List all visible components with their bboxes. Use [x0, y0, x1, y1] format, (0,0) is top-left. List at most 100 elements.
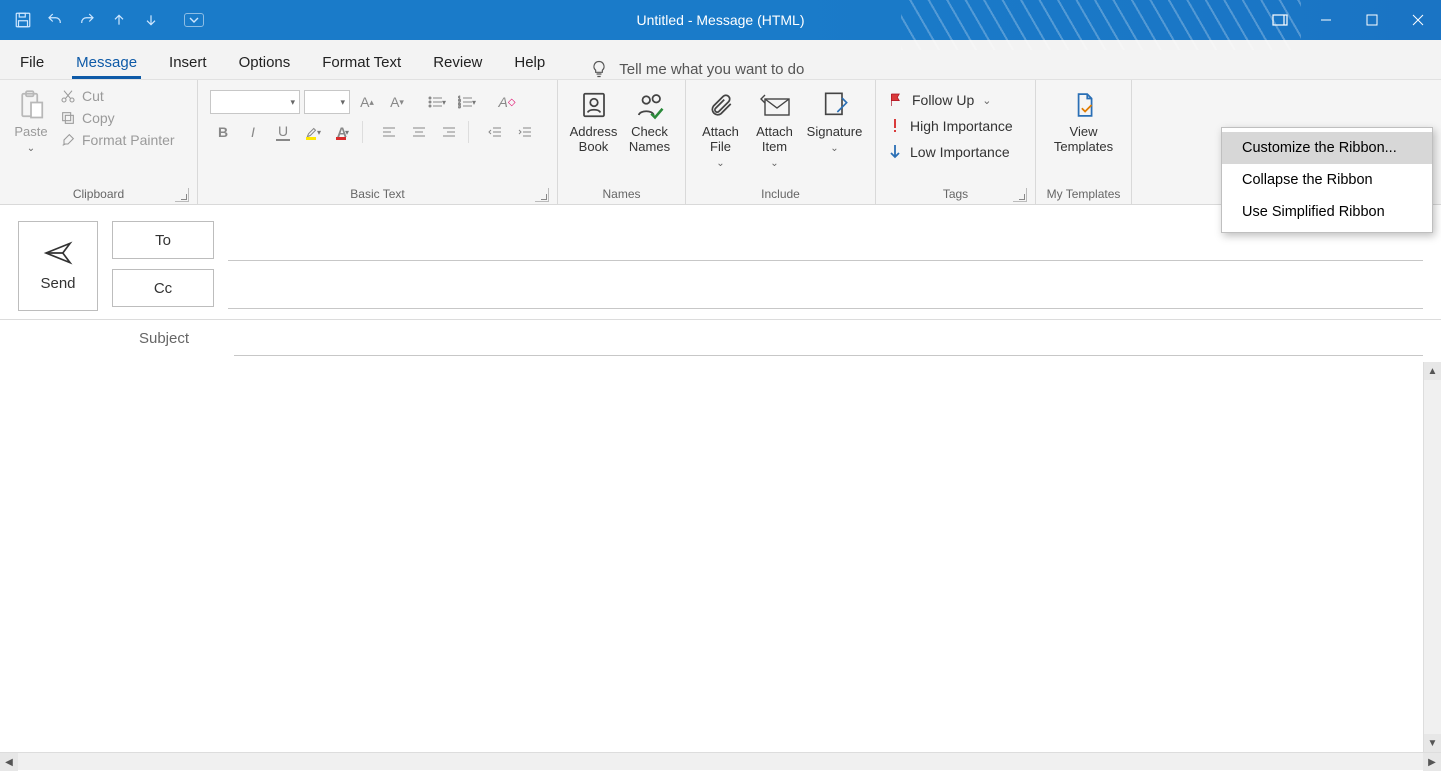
arrow-down-blue-icon	[888, 144, 902, 160]
decrease-indent-button[interactable]	[482, 120, 508, 144]
signature-button[interactable]: Signature⌄	[802, 84, 868, 160]
message-body[interactable]	[0, 360, 1441, 754]
horizontal-scrollbar[interactable]: ◀ ▶	[0, 752, 1441, 770]
font-name-combo[interactable]: ▾	[210, 90, 300, 114]
quick-access-toolbar	[0, 7, 204, 33]
window-title: Untitled - Message (HTML)	[0, 12, 1441, 28]
qat-customize-icon[interactable]	[184, 13, 204, 27]
title-bar: Untitled - Message (HTML)	[0, 0, 1441, 40]
tab-format-text[interactable]: Format Text	[306, 46, 417, 79]
send-label: Send	[40, 275, 75, 292]
include-group-label: Include	[761, 187, 800, 201]
follow-up-button[interactable]: Follow Up⌄	[882, 90, 1019, 110]
lightbulb-icon	[589, 59, 609, 79]
scissors-icon	[60, 88, 76, 104]
follow-up-label: Follow Up	[912, 92, 974, 108]
close-button[interactable]	[1395, 0, 1441, 40]
window-controls	[1257, 0, 1441, 40]
copy-button[interactable]: Copy	[60, 110, 175, 126]
check-names-button[interactable]: Check Names	[622, 84, 678, 158]
attach-item-button[interactable]: Attach Item⌄	[748, 84, 802, 175]
high-importance-label: High Importance	[910, 118, 1013, 134]
copy-icon	[60, 110, 76, 126]
bold-button[interactable]: B	[210, 120, 236, 144]
menu-customize-ribbon[interactable]: Customize the Ribbon...	[1222, 132, 1432, 164]
paste-icon	[16, 88, 46, 122]
to-button[interactable]: To	[112, 221, 214, 259]
attach-file-button[interactable]: Attach File⌄	[694, 84, 748, 175]
align-center-button[interactable]	[406, 120, 432, 144]
scroll-down-icon[interactable]: ▼	[1424, 734, 1441, 752]
italic-button[interactable]: I	[240, 120, 266, 144]
high-importance-button[interactable]: High Importance	[882, 116, 1019, 136]
format-painter-button[interactable]: Format Painter	[60, 132, 175, 148]
check-names-label: Check Names	[624, 124, 676, 154]
clipboard-group-label: Clipboard	[73, 187, 124, 201]
tab-help[interactable]: Help	[498, 46, 561, 79]
subject-input[interactable]	[234, 320, 1423, 356]
dialog-launcher-icon[interactable]	[175, 188, 189, 202]
scroll-up-icon[interactable]: ▲	[1424, 362, 1441, 380]
group-basic-text: ▾ ▾ A▴ A▾ ▾ 123▾ A◇ B I U ▾ A▾	[198, 80, 558, 204]
exclamation-icon	[888, 118, 902, 134]
numbering-button[interactable]: 123▾	[454, 90, 480, 114]
tab-options[interactable]: Options	[223, 46, 307, 79]
dialog-launcher-icon[interactable]	[1013, 188, 1027, 202]
view-templates-button[interactable]: View Templates	[1048, 84, 1120, 158]
basic-text-group-label: Basic Text	[350, 187, 404, 201]
minimize-button[interactable]	[1303, 0, 1349, 40]
tab-insert[interactable]: Insert	[153, 46, 223, 79]
paste-label: Paste	[14, 124, 47, 139]
bullets-button[interactable]: ▾	[424, 90, 450, 114]
shrink-font-button[interactable]: A▾	[384, 90, 410, 114]
send-button[interactable]: Send	[18, 221, 98, 311]
tab-file[interactable]: File	[4, 46, 60, 79]
check-names-icon	[635, 88, 665, 122]
tab-message[interactable]: Message	[60, 46, 153, 79]
highlight-button[interactable]: ▾	[300, 120, 326, 144]
arrow-up-icon[interactable]	[106, 7, 132, 33]
align-right-button[interactable]	[436, 120, 462, 144]
redo-icon[interactable]	[74, 7, 100, 33]
paste-button[interactable]: Paste ⌄	[6, 84, 56, 160]
copy-label: Copy	[82, 110, 115, 126]
group-names: Address Book Check Names Names	[558, 80, 686, 204]
low-importance-button[interactable]: Low Importance	[882, 142, 1019, 162]
ribbon-display-icon[interactable]	[1257, 0, 1303, 40]
send-icon	[43, 241, 73, 265]
group-tags: Follow Up⌄ High Importance Low Importanc…	[876, 80, 1036, 204]
font-color-button[interactable]: A▾	[330, 120, 356, 144]
tell-me-search[interactable]: Tell me what you want to do	[589, 59, 804, 79]
attach-file-label: Attach File	[696, 124, 746, 154]
undo-icon[interactable]	[42, 7, 68, 33]
dialog-launcher-icon[interactable]	[535, 188, 549, 202]
cut-button[interactable]: Cut	[60, 88, 175, 104]
names-group-label: Names	[602, 187, 640, 201]
scroll-right-icon[interactable]: ▶	[1423, 753, 1441, 771]
font-size-combo[interactable]: ▾	[304, 90, 350, 114]
clear-formatting-button[interactable]: A◇	[494, 90, 520, 114]
menu-use-simplified-ribbon[interactable]: Use Simplified Ribbon	[1222, 196, 1432, 228]
maximize-button[interactable]	[1349, 0, 1395, 40]
flag-icon	[888, 92, 904, 108]
address-book-button[interactable]: Address Book	[566, 84, 622, 158]
save-icon[interactable]	[10, 7, 36, 33]
attach-item-label: Attach Item	[750, 124, 800, 154]
view-templates-label: View Templates	[1050, 124, 1118, 154]
increase-indent-button[interactable]	[512, 120, 538, 144]
chevron-down-icon: ⌄	[27, 141, 35, 156]
subject-label: Subject	[114, 330, 214, 347]
scroll-left-icon[interactable]: ◀	[0, 753, 18, 771]
low-importance-label: Low Importance	[910, 144, 1010, 160]
menu-collapse-ribbon[interactable]: Collapse the Ribbon	[1222, 164, 1432, 196]
tab-review[interactable]: Review	[417, 46, 498, 79]
arrow-down-icon[interactable]	[138, 7, 164, 33]
address-book-icon	[579, 88, 609, 122]
group-clipboard: Paste ⌄ Cut Copy Format Painter Clipboar…	[0, 80, 198, 204]
vertical-scrollbar[interactable]: ▲ ▼	[1423, 362, 1441, 752]
underline-button[interactable]: U	[270, 120, 296, 144]
grow-font-button[interactable]: A▴	[354, 90, 380, 114]
cc-button[interactable]: Cc	[112, 269, 214, 307]
align-left-button[interactable]	[376, 120, 402, 144]
cc-field[interactable]	[228, 271, 1423, 309]
